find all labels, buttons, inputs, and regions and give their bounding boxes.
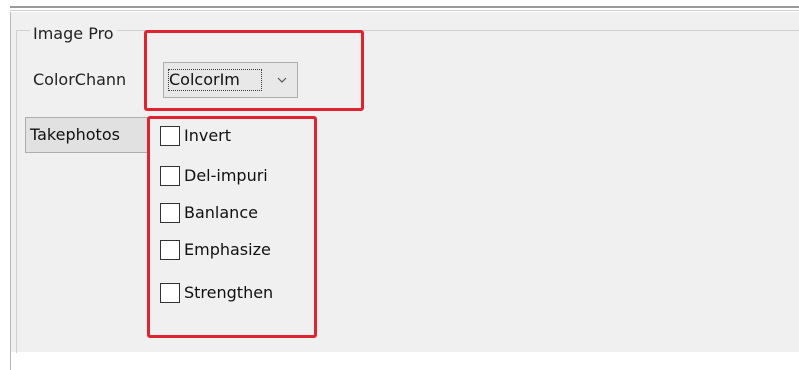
checkbox-label: Invert: [184, 126, 232, 145]
checkbox-square[interactable]: [160, 283, 180, 303]
color-channel-label: ColorChann: [33, 70, 127, 89]
checkbox-square[interactable]: [160, 126, 180, 146]
takephotos-button[interactable]: Takephotos: [25, 117, 149, 153]
checkbox-square[interactable]: [160, 240, 180, 260]
checkbox-invert[interactable]: Invert: [160, 123, 231, 149]
checkbox-label: Del-impuri: [184, 166, 268, 185]
checkbox-label: Banlance: [184, 203, 258, 222]
checkbox-del-impuri[interactable]: Del-impuri: [160, 163, 268, 189]
checkbox-emphasize[interactable]: Emphasize: [160, 237, 271, 263]
checkbox-square[interactable]: [160, 166, 180, 186]
checkbox-strengthen[interactable]: Strengthen: [160, 280, 273, 306]
color-channel-combobox[interactable]: ColcorIm: [163, 62, 298, 98]
checkbox-square[interactable]: [160, 203, 180, 223]
chevron-down-icon: [277, 77, 287, 83]
window-top-edge: [0, 0, 799, 12]
checkbox-label: Emphasize: [184, 240, 271, 259]
top-border-line-inner: [10, 10, 799, 11]
top-border-line: [10, 6, 799, 8]
panel-bottom-area: [10, 352, 799, 370]
checkbox-label: Strengthen: [184, 283, 274, 302]
combobox-selected-value: ColcorIm: [168, 69, 262, 91]
groupbox-title: Image Pro: [30, 24, 117, 44]
checkbox-banlance[interactable]: Banlance: [160, 200, 258, 226]
